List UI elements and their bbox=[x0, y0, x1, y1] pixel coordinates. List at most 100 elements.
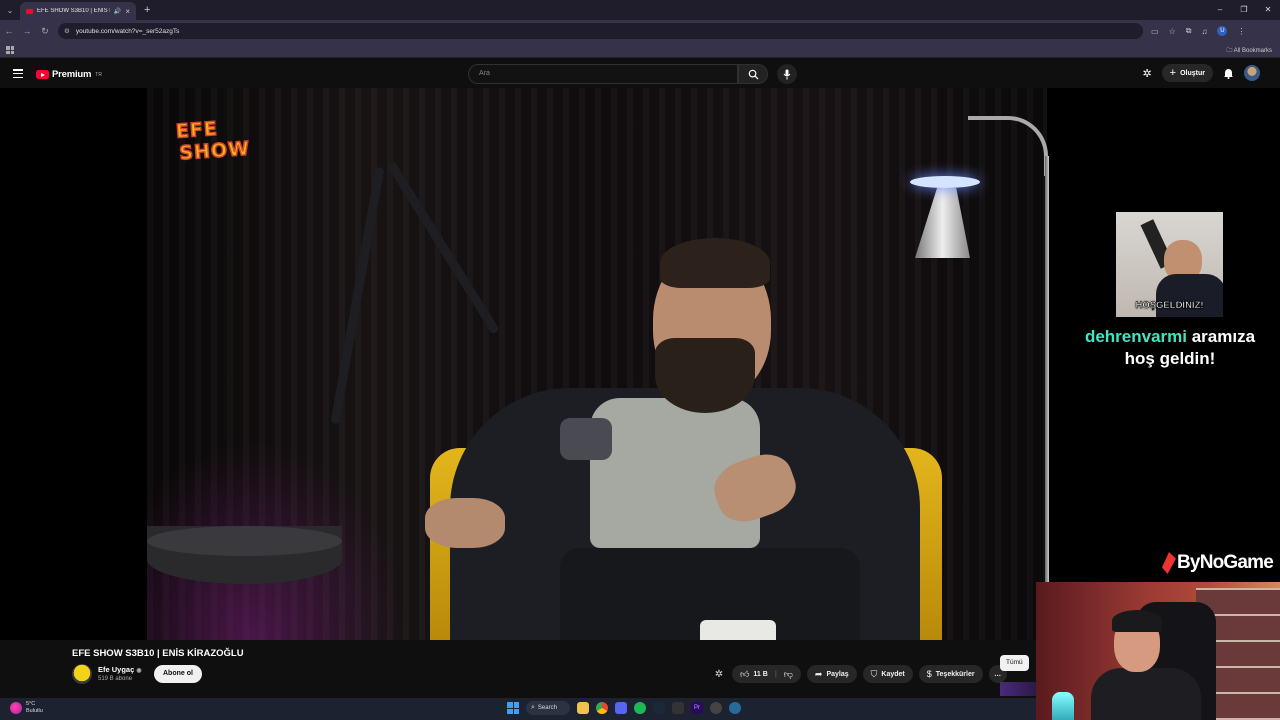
menu-hamburger-icon[interactable] bbox=[13, 69, 23, 78]
steam-icon[interactable] bbox=[653, 702, 665, 714]
channel-name[interactable]: Efe Uygaç ◉ bbox=[98, 665, 142, 674]
thanks-label: Teşekkürler bbox=[935, 670, 975, 678]
weather-widget[interactable]: 5°C Bulutlu bbox=[10, 701, 43, 715]
subscribe-button[interactable]: Abone ol bbox=[154, 665, 202, 683]
thumbs-up-icon: 👍︎ bbox=[740, 668, 750, 679]
video-player[interactable]: EFE SHOW HOŞGELDİNİZ! dehrenvarmi aramız… bbox=[0, 88, 1280, 640]
app-icon[interactable] bbox=[729, 702, 741, 714]
lamp-light bbox=[910, 176, 980, 188]
ai-summary-icon[interactable]: ✲ bbox=[712, 669, 726, 680]
youtube-premium-logo[interactable]: Premium TR bbox=[36, 69, 102, 80]
apps-grid-icon[interactable] bbox=[6, 46, 14, 54]
back-icon[interactable]: ← bbox=[0, 26, 18, 36]
thanks-button[interactable]: $ Teşekkürler bbox=[918, 665, 983, 683]
start-windows-icon[interactable] bbox=[507, 702, 519, 714]
taskbar-search-label: Search bbox=[537, 705, 557, 711]
taskbar-search-icon: ⌕ bbox=[531, 704, 535, 711]
video-title: EFE SHOW S3B10 | ENİS KİRAZOĞLU bbox=[72, 648, 244, 659]
share-label: Paylaş bbox=[826, 670, 849, 678]
youtube-play-icon bbox=[36, 70, 49, 79]
share-button[interactable]: ➦ Paylaş bbox=[806, 665, 857, 683]
weather-icon bbox=[10, 702, 22, 714]
share-icon: ➦ bbox=[814, 668, 823, 679]
discord-icon[interactable] bbox=[615, 702, 627, 714]
weather-desc: Bulutlu bbox=[26, 708, 43, 714]
search-input[interactable]: Ara bbox=[468, 64, 738, 84]
account-avatar[interactable] bbox=[1244, 65, 1260, 81]
video-actions: ✲ 👍︎ 11 B | 👎︎ ➦ Paylaş ⛉ Kaydet $ Teşek… bbox=[712, 665, 1007, 683]
tab-search-icon[interactable]: ⌄ bbox=[0, 0, 20, 20]
microphone-icon bbox=[783, 69, 791, 79]
save-label: Kaydet bbox=[881, 670, 905, 678]
voice-search-button[interactable] bbox=[777, 64, 797, 84]
media-app-icon[interactable] bbox=[672, 702, 684, 714]
brand-label: Premium bbox=[52, 69, 92, 80]
profile-avatar[interactable]: U bbox=[1217, 26, 1228, 36]
sponsor-label: ByNoGame bbox=[1177, 552, 1274, 573]
cast-icon[interactable]: ▭ bbox=[1151, 27, 1159, 36]
floor-lamp bbox=[1045, 156, 1049, 586]
save-button[interactable]: ⛉ Kaydet bbox=[862, 665, 913, 683]
welcome-alert: dehrenvarmi aramıza hoş geldin! bbox=[1066, 326, 1274, 370]
bynogame-logo: ByNoGame bbox=[1162, 552, 1274, 574]
taskbar-search[interactable]: ⌕ Search bbox=[526, 701, 570, 715]
close-window-icon[interactable]: ✕ bbox=[1256, 0, 1280, 20]
spotify-icon[interactable] bbox=[634, 702, 646, 714]
region-label: TR bbox=[95, 71, 102, 78]
file-explorer-icon[interactable] bbox=[577, 702, 589, 714]
close-tab-icon[interactable]: × bbox=[125, 7, 130, 16]
weather-temp: 5°C bbox=[26, 701, 36, 707]
new-tab-icon[interactable]: + bbox=[144, 4, 150, 16]
recommended-thumbnail[interactable] bbox=[1000, 682, 1036, 696]
filter-chip-all[interactable]: Tümü bbox=[1000, 655, 1029, 671]
gif-caption: HOŞGELDİNİZ! bbox=[1135, 300, 1204, 312]
efe-show-logo: EFE SHOW bbox=[174, 115, 257, 176]
all-bookmarks-link[interactable]: 🗀 All Bookmarks bbox=[1226, 46, 1272, 56]
podcast-microphone bbox=[560, 418, 612, 460]
streamer-webcam bbox=[1036, 582, 1280, 720]
url-bar[interactable]: ⚙ youtube.com/watch?v=_ser52azgTs bbox=[58, 23, 1143, 39]
forward-icon[interactable]: → bbox=[18, 26, 36, 36]
tab-title: EFE SHOW S3B10 | ENİS Kİ bbox=[37, 8, 110, 14]
browser-menu-icon[interactable]: ⋮ bbox=[1237, 27, 1245, 36]
side-table-top bbox=[147, 526, 342, 556]
browser-tab-bar: ⌄ EFE SHOW S3B10 | ENİS Kİ 🔊 × + – ❐ ✕ bbox=[0, 0, 1280, 20]
like-button[interactable]: 👍︎ 11 B | 👎︎ bbox=[732, 665, 801, 683]
thanks-icon: $ bbox=[926, 669, 932, 679]
extensions-icon[interactable]: ⧉ bbox=[1186, 26, 1192, 36]
gemini-ai-icon[interactable]: ✲ bbox=[1142, 67, 1151, 80]
create-button[interactable]: + Oluştur bbox=[1161, 64, 1213, 82]
like-divider: | bbox=[774, 670, 777, 678]
chrome-icon[interactable] bbox=[596, 702, 608, 714]
notifications-bell-icon[interactable] bbox=[1223, 67, 1234, 79]
more-icon: … bbox=[994, 670, 1002, 678]
bookmark-star-icon[interactable]: ☆ bbox=[1169, 27, 1176, 36]
obs-icon[interactable] bbox=[710, 702, 722, 714]
search-button[interactable] bbox=[738, 64, 768, 84]
url-text: youtube.com/watch?v=_ser52azgTs bbox=[75, 27, 180, 35]
subscriber-count: 519 B abone bbox=[98, 676, 133, 682]
create-label: Oluştur bbox=[1180, 69, 1205, 77]
channel-avatar[interactable] bbox=[72, 664, 92, 684]
restore-icon[interactable]: ❐ bbox=[1232, 0, 1256, 20]
audio-playing-icon[interactable]: 🔊 bbox=[114, 8, 121, 15]
minimize-icon[interactable]: – bbox=[1208, 0, 1232, 20]
site-info-icon[interactable]: ⚙ bbox=[64, 27, 70, 35]
media-icon[interactable]: ♫ bbox=[1201, 27, 1207, 36]
welcome-text-1: aramıza bbox=[1191, 327, 1256, 346]
browser-tab-active[interactable]: EFE SHOW S3B10 | ENİS Kİ 🔊 × bbox=[20, 2, 136, 20]
all-bookmarks-label: All Bookmarks bbox=[1233, 48, 1272, 54]
logo-line-2: SHOW bbox=[178, 137, 252, 165]
channel-name-text: Efe Uygaç bbox=[98, 665, 135, 674]
thumbs-down-icon[interactable]: 👎︎ bbox=[784, 669, 793, 680]
reload-icon[interactable]: ↻ bbox=[36, 26, 54, 37]
welcome-text-2: hoş geldin! bbox=[1124, 349, 1216, 368]
windows-taskbar: 5°C Bulutlu ⌕ Search Pr bbox=[0, 698, 1036, 720]
bookmark-icon: ⛉ bbox=[870, 668, 878, 679]
guest-beard bbox=[655, 338, 755, 413]
premiere-pro-icon[interactable]: Pr bbox=[691, 702, 703, 714]
welcome-username: dehrenvarmi bbox=[1084, 327, 1187, 346]
guest-hair bbox=[660, 238, 770, 288]
welcome-gif: HOŞGELDİNİZ! bbox=[1116, 212, 1223, 317]
youtube-favicon-icon bbox=[26, 8, 33, 14]
